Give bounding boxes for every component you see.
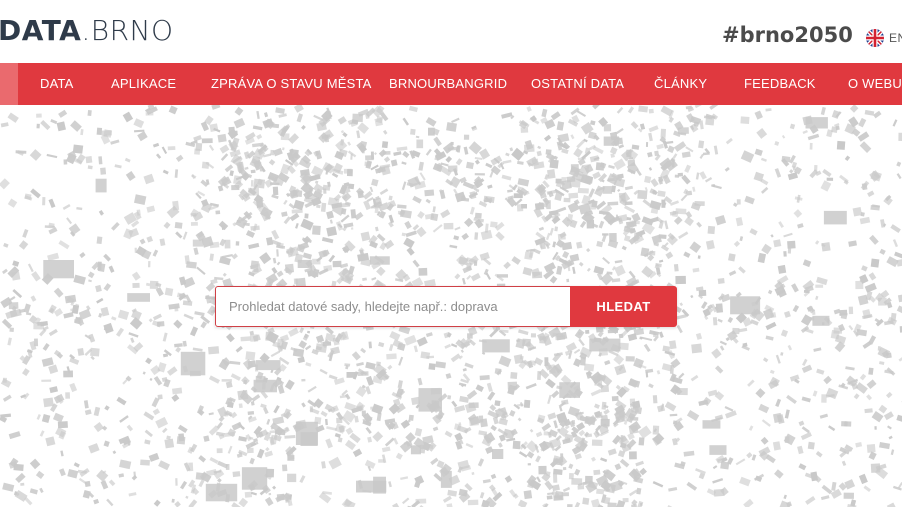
search-input[interactable]	[215, 286, 570, 327]
nav-item-clanky[interactable]: ČLÁNKY	[654, 63, 707, 105]
nav-item-zprava-o-stavu-mesta[interactable]: ZPRÁVA O STAVU MĚSTA	[211, 63, 372, 105]
nav-item-brnourbangrid[interactable]: BRNOURBANGRID	[389, 63, 507, 105]
site-header: DATA.BRNO #brno2050 EN	[0, 0, 902, 63]
nav-item-ostatni-data[interactable]: OSTATNÍ DATA	[531, 63, 624, 105]
logo-strong-text: DATA	[0, 14, 82, 47]
nav-item-o-webu[interactable]: O WEBU	[848, 63, 902, 105]
nav-item-feedback[interactable]: FEEDBACK	[744, 63, 816, 105]
language-label: EN	[889, 31, 902, 45]
language-switch[interactable]: EN	[866, 29, 902, 47]
hashtag-link[interactable]: #brno2050	[722, 25, 853, 46]
uk-flag-icon	[866, 29, 884, 47]
site-logo[interactable]: DATA.BRNO	[0, 17, 174, 45]
logo-light-text: .BRNO	[81, 14, 174, 47]
nav-item-data[interactable]: DATA	[40, 63, 74, 105]
nav-item-aplikace[interactable]: APLIKACE	[111, 63, 176, 105]
search-button[interactable]: HLEDAT	[570, 286, 677, 327]
search-bar: HLEDAT	[215, 286, 677, 327]
nav-home-button[interactable]	[0, 63, 18, 105]
main-nav: DATA APLIKACE ZPRÁVA O STAVU MĚSTA BRNOU…	[0, 63, 902, 105]
